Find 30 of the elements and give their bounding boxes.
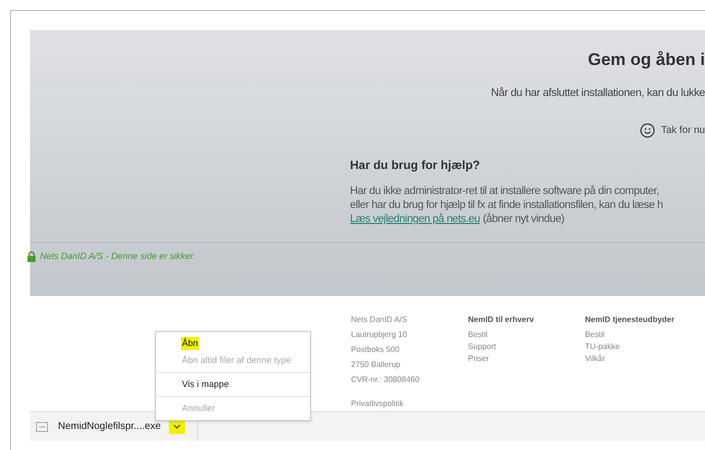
address-line: Postboks 500 [351,344,400,356]
guide-link[interactable]: Læs vejledningen på nets.eu [350,212,480,226]
privacy-link[interactable]: Privatlivspolitik [351,396,468,411]
help-text: Har du ikke administrator-ret til at installere software på din computer, [350,184,660,198]
file-icon [36,422,48,432]
footer-link[interactable]: Support [468,341,585,353]
link-note: (åbner nyt vindue) [482,212,564,226]
address-line: Lautrupbjerg 10 [351,329,408,341]
footer-link[interactable]: Bestil [585,329,702,341]
help-heading: Har du brug for hjælp? [350,157,481,174]
address-line: 2750 Ballerup [351,359,402,371]
footer-link[interactable]: Priser [468,353,585,365]
thanks-text: Tak for nu [661,124,705,138]
intro-text: Når du har afsluttet installationen, kan du lukke [491,86,705,100]
menu-item[interactable]: Vis i mappe [181,378,230,392]
chevron-down-icon [172,424,181,429]
footer-link[interactable]: Vilkår [585,353,702,365]
footer-heading: NemID tjenesteudbyder [585,314,676,326]
footer-heading: NemID til erhverv [468,314,535,326]
smiley-icon [640,123,656,138]
page-title: Gem og åben i [588,49,705,71]
footer-link[interactable]: TU-pakke [585,341,702,353]
file-name: NemidNoglefilspr....exe [58,420,161,434]
help-text: eller har du brug for hjælp til fx at finde installationsfilen, kan du læse h [350,198,664,212]
menu-item[interactable]: Åbn [181,336,200,350]
secure-notice: Nets DanID A/S - Denne side er sikker. [40,250,196,263]
footer-link[interactable]: Bestil [468,329,585,341]
address-line: CVR-nr.: 30808460 [351,374,420,386]
padlock-icon [27,251,36,262]
address-line: Nets DanID A/S [351,314,408,326]
